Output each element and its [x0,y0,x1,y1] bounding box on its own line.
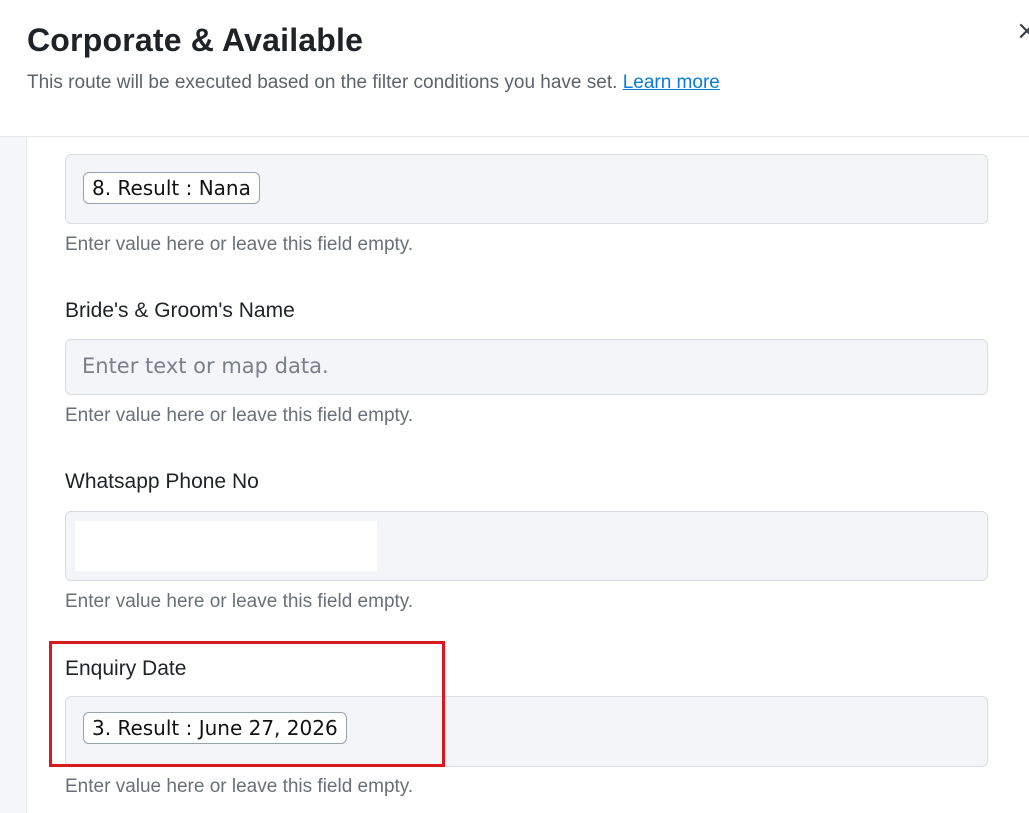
field-placeholder: Enter text or map data. [82,354,329,378]
learn-more-link[interactable]: Learn more [623,72,720,93]
left-rail [0,137,27,813]
field-hint: Enter value here or leave this field emp… [65,591,414,612]
subtitle-text: This route will be executed based on the… [27,72,618,93]
whatsapp-phone-input[interactable] [65,511,988,581]
field-hint: Enter value here or leave this field emp… [65,776,414,797]
highlight-box [49,641,445,767]
result-field-input[interactable]: 8. Result : Nana [65,154,988,224]
dialog-title: Corporate & Available [27,22,364,58]
bride-groom-name-input[interactable]: Enter text or map data. [65,339,988,395]
close-icon[interactable]: × [1016,16,1029,46]
redacted-block [75,521,377,571]
field-hint: Enter value here or leave this field emp… [65,234,414,255]
dialog-header: Corporate & Available This route will be… [0,0,1029,137]
mapped-value-pill[interactable]: 8. Result : Nana [83,172,260,204]
field-label-bride-groom: Bride's & Groom's Name [65,299,295,322]
dialog-subtitle: This route will be executed based on the… [27,72,720,94]
field-label-whatsapp: Whatsapp Phone No [65,470,259,493]
field-hint: Enter value here or leave this field emp… [65,405,414,426]
